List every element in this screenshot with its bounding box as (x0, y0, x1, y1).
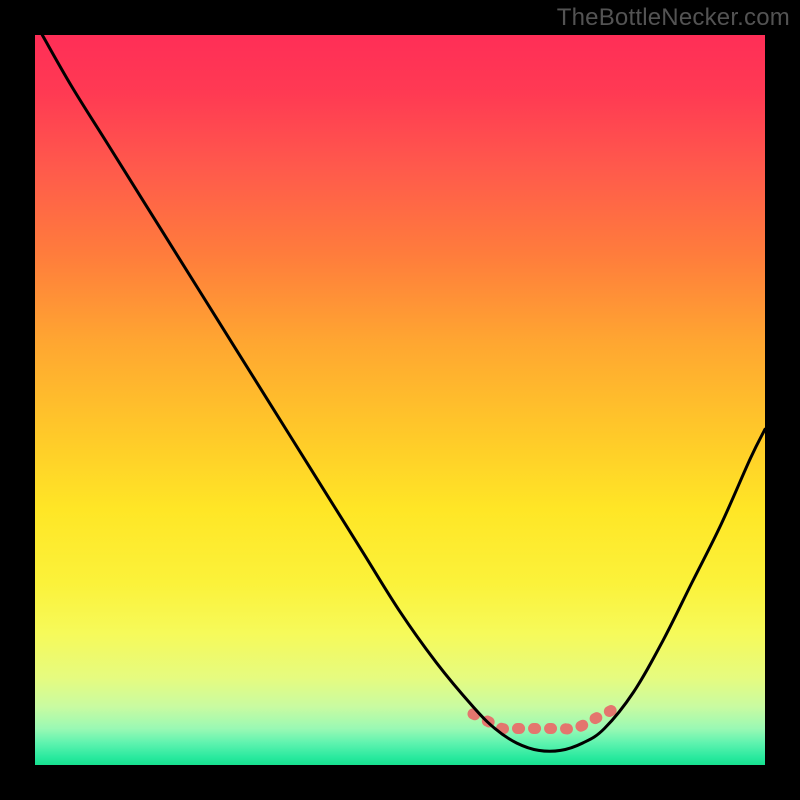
chart-container: TheBottleNecker.com (0, 0, 800, 800)
curve-svg (35, 35, 765, 765)
watermark-text: TheBottleNecker.com (557, 4, 790, 32)
bottleneck-curve-line (42, 35, 765, 751)
optimal-band-line (473, 707, 619, 729)
plot-area (35, 35, 765, 765)
